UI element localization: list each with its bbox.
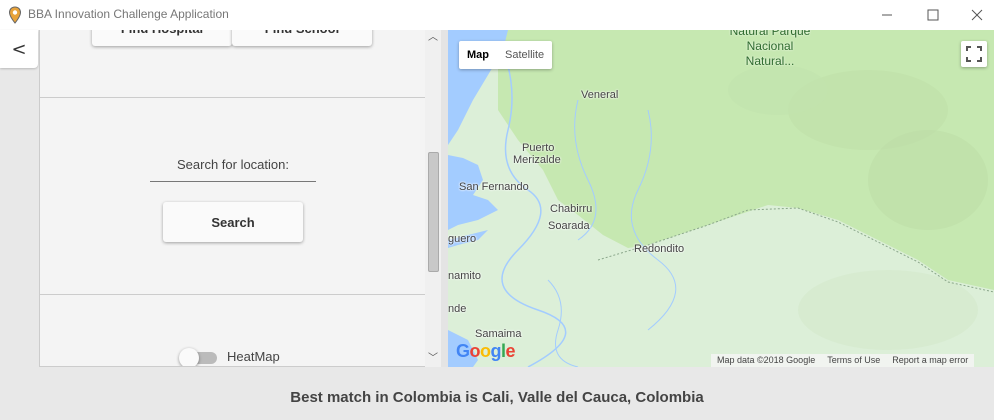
map-type-satellite-button[interactable]: Satellite — [497, 41, 552, 69]
place-label: Chabirru — [550, 203, 593, 215]
title-bar: BBA Innovation Challenge Application — [0, 0, 994, 30]
section-divider — [40, 97, 425, 98]
maximize-icon — [927, 9, 939, 21]
heatmap-toggle[interactable] — [179, 348, 219, 366]
place-label: Veneral — [581, 89, 619, 101]
search-button[interactable]: Search — [163, 202, 303, 242]
google-logo: Google — [456, 341, 516, 361]
control-panel: Find Hospital Find School Search for loc… — [39, 30, 425, 367]
park-label-line: Natural... — [745, 54, 795, 68]
close-button[interactable] — [954, 0, 994, 30]
place-label: Merizalde — [513, 154, 561, 166]
section-divider — [40, 294, 425, 295]
find-hospital-button[interactable]: Find Hospital — [92, 30, 232, 46]
panel-separator — [441, 30, 448, 367]
search-field-underline — [150, 181, 316, 182]
scroll-down-icon[interactable]: ﹀ — [425, 351, 441, 367]
toggle-knob — [179, 348, 199, 366]
map-terrain — [448, 30, 994, 367]
scroll-up-icon[interactable]: ︿ — [425, 30, 441, 46]
chevron-left-icon: < — [11, 38, 27, 60]
place-label: San Fernando — [459, 181, 529, 193]
report-map-error-link[interactable]: Report a map error — [892, 354, 968, 367]
heatmap-label: HeatMap — [227, 349, 280, 364]
park-label: Natural Parque Nacional Natural... — [710, 30, 830, 69]
minimize-icon — [882, 14, 892, 16]
park-label-line: Nacional — [746, 39, 794, 53]
scroll-thumb[interactable] — [428, 152, 439, 272]
fullscreen-icon — [966, 46, 982, 62]
place-label: Puerto — [522, 142, 555, 154]
fullscreen-button[interactable] — [961, 41, 987, 67]
window-title: BBA Innovation Challenge Application — [28, 7, 229, 21]
find-school-button[interactable]: Find School — [232, 30, 372, 46]
place-label: nde — [448, 303, 467, 315]
search-location-field[interactable]: Search for location: — [150, 157, 316, 172]
map-type-control: Map Satellite — [459, 41, 553, 69]
minimize-button[interactable] — [864, 0, 910, 30]
map-view[interactable]: Natural Parque Nacional Natural... Vener… — [448, 30, 994, 367]
place-label: Soarada — [548, 220, 590, 232]
back-button[interactable]: < — [0, 30, 38, 68]
place-label: Samaima — [475, 328, 522, 340]
park-label-line: Natural Parque — [729, 30, 811, 38]
place-label: guero — [448, 233, 477, 245]
map-pin-icon — [8, 6, 22, 24]
map-data-credit: Map data ©2018 Google — [717, 355, 816, 365]
panel-scrollbar[interactable]: ︿ ﹀ — [425, 30, 441, 367]
place-label: namito — [448, 270, 482, 282]
maximize-button[interactable] — [910, 0, 956, 30]
map-type-map-button[interactable]: Map — [459, 41, 497, 69]
map-attribution: Map data ©2018 Google Terms of Use Repor… — [711, 354, 975, 367]
result-message: Best match in Colombia is Cali, Valle de… — [290, 389, 704, 406]
terms-of-use-link[interactable]: Terms of Use — [827, 354, 880, 367]
close-icon — [971, 9, 983, 21]
place-label: Redondito — [634, 243, 685, 255]
